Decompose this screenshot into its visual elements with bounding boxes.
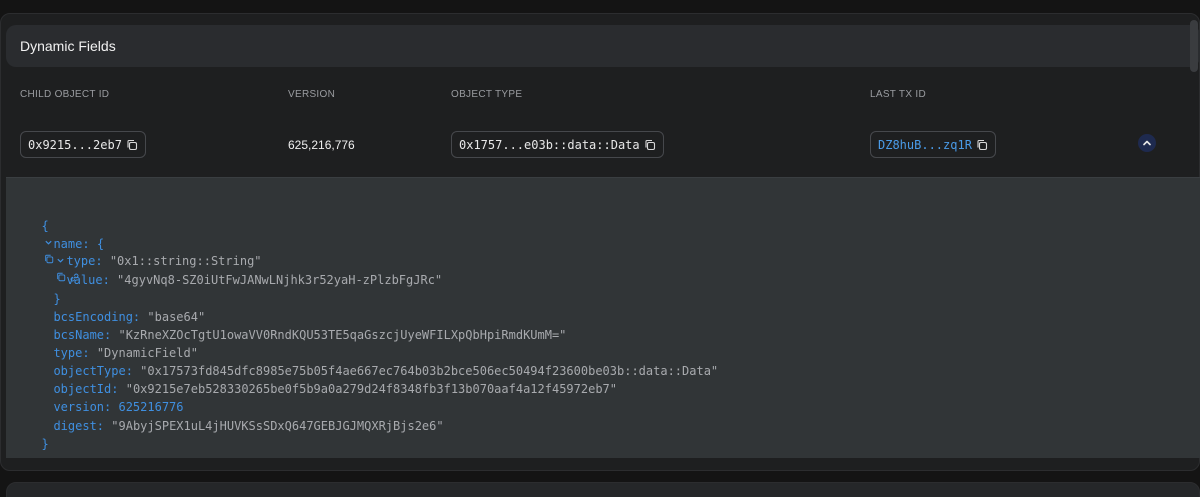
section-header[interactable]: Dynamic Fields (6, 25, 1200, 67)
col-header-object-type: OBJECT TYPE (451, 89, 523, 100)
chevron-up-icon (1143, 140, 1151, 146)
last-tx-id-cell[interactable]: DZ8huB...zq1R (870, 131, 996, 158)
child-object-id-text[interactable]: 0x9215...2eb7 (28, 138, 122, 152)
collapse-row-button[interactable] (1138, 134, 1156, 152)
json-key: digest: (53, 419, 105, 433)
copy-icon[interactable] (644, 139, 656, 151)
col-header-last-tx-id: LAST TX ID (870, 89, 926, 100)
json-digest: digest: "9AbyjSPEX1uL4jHUVKSsSDxQ647GEBJ… (39, 402, 444, 434)
col-header-version: VERSION (288, 89, 336, 100)
json-string: "9AbyjSPEX1uL4jHUVKSsSDxQ647GEBJGJMQXRjB… (111, 419, 444, 433)
json-name-value: value: "4gyvNq8-SZ0iUtFwJANwLNjhk3r52yaH… (52, 256, 442, 288)
section-title: Dynamic Fields (20, 38, 116, 54)
json-root-close: } (27, 420, 49, 452)
object-type-text[interactable]: 0x1757...e03b::data::Data (459, 138, 640, 152)
copy-icon[interactable] (126, 139, 138, 151)
json-brace: } (41, 437, 49, 451)
version-cell: 625,216,776 (288, 138, 355, 152)
json-string: "4gyvNq8-SZ0iUtFwJANwLNjhk3r52yaH-zPlzbF… (117, 273, 443, 287)
next-section-card (6, 482, 1200, 497)
object-type-cell[interactable]: 0x1757...e03b::data::Data (451, 131, 664, 158)
child-object-id-cell[interactable]: 0x9215...2eb7 (20, 131, 146, 158)
col-header-child-object-id: CHILD OBJECT ID (20, 89, 110, 100)
last-tx-id-link[interactable]: DZ8huB...zq1R (878, 138, 972, 152)
copy-icon[interactable] (976, 139, 988, 151)
json-key: value: (66, 273, 110, 287)
json-string: "0x9215e7eb528330265be0f5b9a0a279d24f834… (125, 382, 617, 396)
scrollbar[interactable] (1190, 20, 1198, 72)
